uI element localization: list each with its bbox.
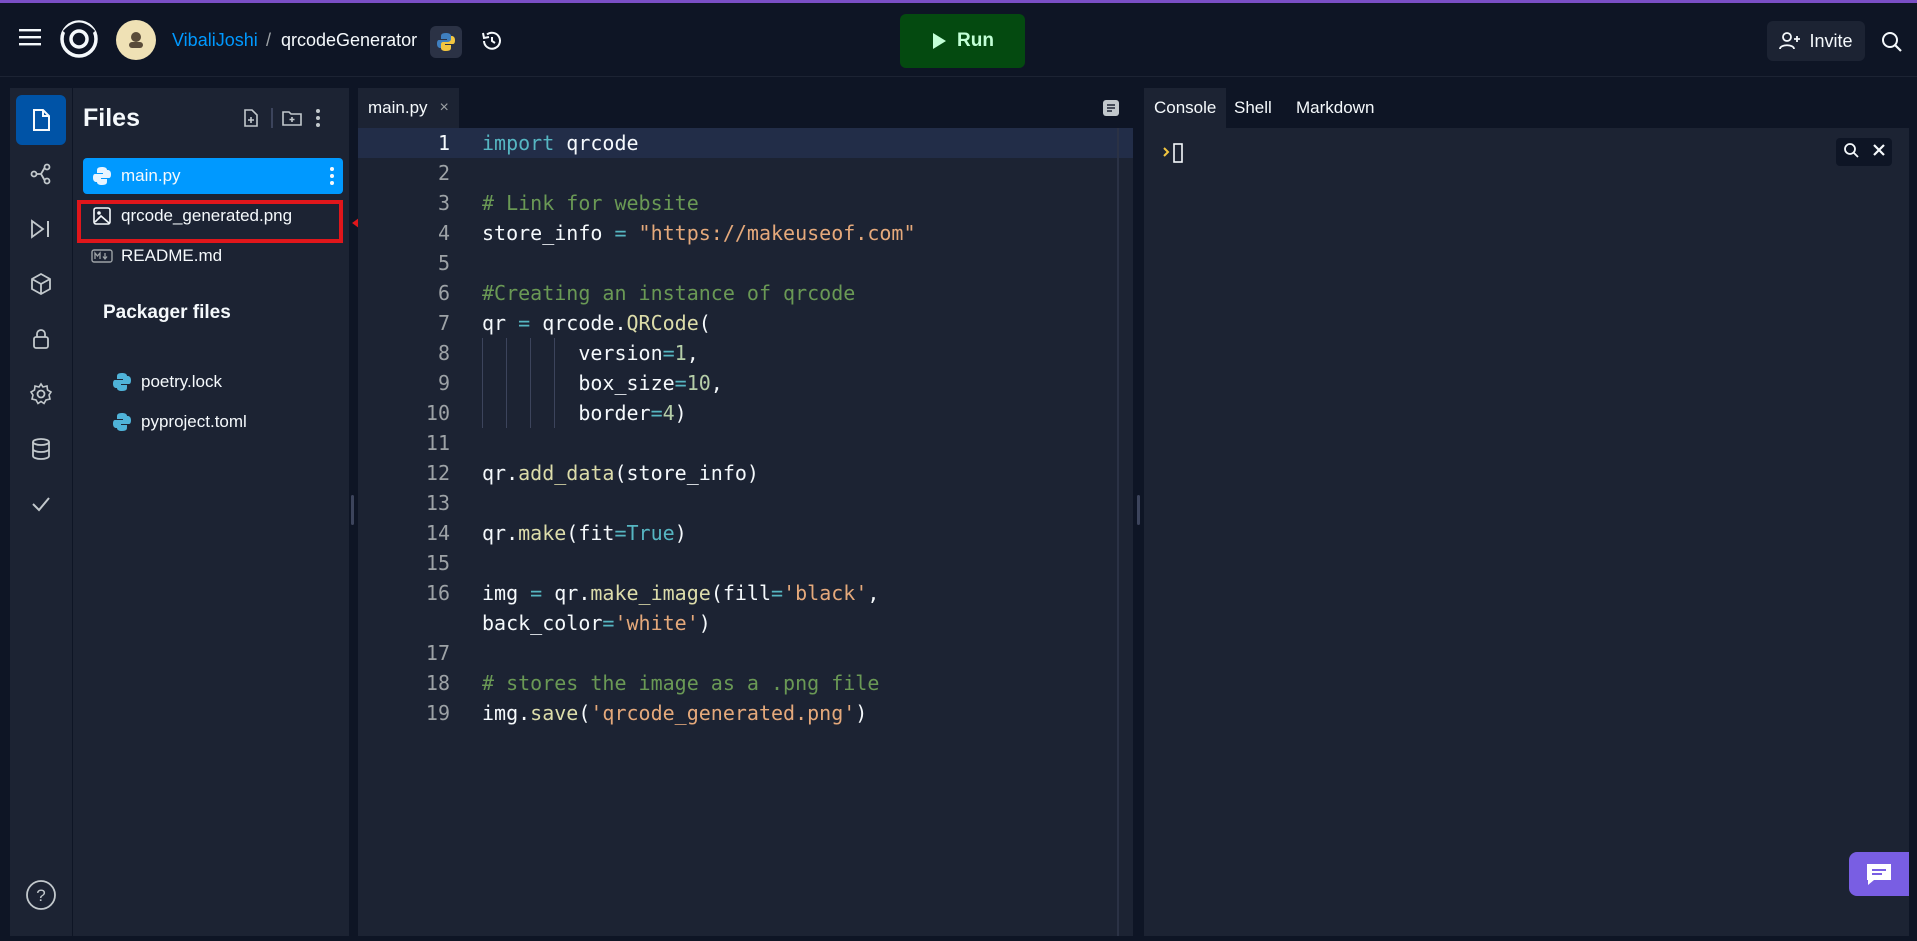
panel-resize-handle[interactable] xyxy=(1137,495,1140,525)
git-branch-icon[interactable] xyxy=(16,149,66,199)
lock-icon[interactable] xyxy=(16,314,66,364)
help-icon[interactable]: ? xyxy=(16,870,66,920)
panel-resize-handle[interactable] xyxy=(351,495,354,525)
code-line: 18 # stores the image as a .png file xyxy=(425,671,880,695)
code-editor: main.py × 1 import qrcode 2 3 # Link for w… xyxy=(358,88,1133,936)
packages-icon[interactable] xyxy=(16,259,66,309)
code-line: 6 #Creating an instance of qrcode xyxy=(437,281,856,305)
check-icon[interactable] xyxy=(16,479,66,529)
python-icon xyxy=(83,166,121,186)
more-options-icon[interactable] xyxy=(315,108,329,130)
code-line: 12 qr.add_data(store_info) xyxy=(425,461,759,485)
close-icon[interactable] xyxy=(1872,143,1886,162)
code-line: back_color='white') xyxy=(482,611,711,635)
file-item-main-py[interactable]: main.py xyxy=(83,158,343,194)
code-line: 19 img.save('qrcode_generated.png') xyxy=(425,701,868,725)
indent-guide xyxy=(506,338,507,428)
code-line: 16 img = qr.make_image(fill='black', xyxy=(425,581,880,605)
top-header: VibaliJoshi / qrcodeGenerator Run Invite xyxy=(0,3,1917,77)
code-line: 14 qr.make(fit=True) xyxy=(425,521,687,545)
code-line: 4 store_info = "https://makeuseof.com" xyxy=(437,221,916,245)
history-icon[interactable] xyxy=(478,27,506,55)
run-button[interactable]: Run xyxy=(900,14,1025,68)
code-line: 10 border=4) xyxy=(425,401,687,425)
avatar[interactable] xyxy=(116,20,156,60)
tool-rail: ? xyxy=(10,88,72,936)
svg-text:?: ? xyxy=(36,886,45,905)
code-line: 13 xyxy=(425,491,450,515)
file-label: README.md xyxy=(121,246,223,265)
python-icon xyxy=(103,412,141,432)
breadcrumb-user[interactable]: VibaliJoshi xyxy=(172,30,258,51)
gear-icon[interactable] xyxy=(16,369,66,419)
hamburger-menu-icon[interactable] xyxy=(16,22,46,52)
packager-files-title: Packager files xyxy=(103,302,231,323)
files-tool-icon[interactable] xyxy=(16,95,66,145)
file-label: poetry.lock xyxy=(141,372,222,391)
database-icon[interactable] xyxy=(16,424,66,474)
tab-console[interactable]: Console xyxy=(1144,88,1227,128)
new-folder-icon[interactable] xyxy=(281,108,303,130)
code-line: 15 xyxy=(425,551,450,575)
tab-markdown[interactable]: Markdown xyxy=(1286,88,1384,128)
file-label: pyproject.toml xyxy=(141,412,247,431)
search-icon[interactable] xyxy=(1877,27,1907,57)
invite-label: Invite xyxy=(1809,30,1853,51)
code-area[interactable]: 1 import qrcode 2 3 # Link for website 4st… xyxy=(358,128,1133,936)
search-icon[interactable] xyxy=(1843,142,1859,163)
file-item-poetry-lock[interactable]: poetry.lock xyxy=(103,364,343,400)
run-label: Run xyxy=(957,30,994,51)
tab-label: main.py xyxy=(368,98,428,117)
console-pane: Console Shell Markdown xyxy=(1144,88,1909,936)
files-title: Files xyxy=(83,104,140,132)
invite-button[interactable]: Invite xyxy=(1767,21,1865,61)
new-file-icon[interactable] xyxy=(241,108,263,130)
file-item-pyproject-toml[interactable]: pyproject.toml xyxy=(103,404,343,440)
play-icon xyxy=(933,33,947,49)
code-line: 7 qr = qrcode.QRCode( xyxy=(437,311,711,335)
toolbar-divider xyxy=(271,108,273,128)
code-line: 3 # Link for website xyxy=(437,191,699,215)
console-prompt-icon xyxy=(1162,142,1190,169)
editor-settings-icon[interactable] xyxy=(1101,98,1123,118)
python-icon xyxy=(103,372,141,392)
indent-guide xyxy=(482,338,483,428)
indent-guide xyxy=(530,338,531,428)
markdown-icon xyxy=(83,249,121,263)
code-line: 8 version=1, xyxy=(437,341,699,365)
highlight-box xyxy=(77,200,343,243)
chat-icon xyxy=(1867,864,1891,885)
file-item-readme[interactable]: README.md xyxy=(83,238,343,274)
indent-guide xyxy=(554,338,555,428)
code-line: 11 xyxy=(425,431,450,455)
file-label: main.py xyxy=(121,166,181,185)
debugger-icon[interactable] xyxy=(16,204,66,254)
file-menu-icon[interactable] xyxy=(329,166,335,191)
tab-shell[interactable]: Shell xyxy=(1224,88,1282,128)
tab-main-py[interactable]: main.py × xyxy=(358,88,459,128)
replit-logo-icon[interactable] xyxy=(60,20,98,58)
code-line: 5 xyxy=(437,251,450,275)
breadcrumb-repl-name[interactable]: qrcodeGenerator xyxy=(281,30,417,51)
code-line: 2 xyxy=(437,161,450,185)
close-icon[interactable]: × xyxy=(440,99,449,117)
code-line: 17 xyxy=(425,641,450,665)
code-line: 1 import qrcode xyxy=(437,131,639,155)
console-toolbar xyxy=(1836,138,1892,166)
chat-feedback-button[interactable] xyxy=(1849,852,1909,896)
add-user-icon xyxy=(1779,32,1801,50)
python-language-icon[interactable] xyxy=(430,26,462,58)
breadcrumb-separator: / xyxy=(266,30,272,50)
code-line: 9 box_size=10, xyxy=(437,371,723,395)
editor-tabbar xyxy=(358,88,1133,128)
